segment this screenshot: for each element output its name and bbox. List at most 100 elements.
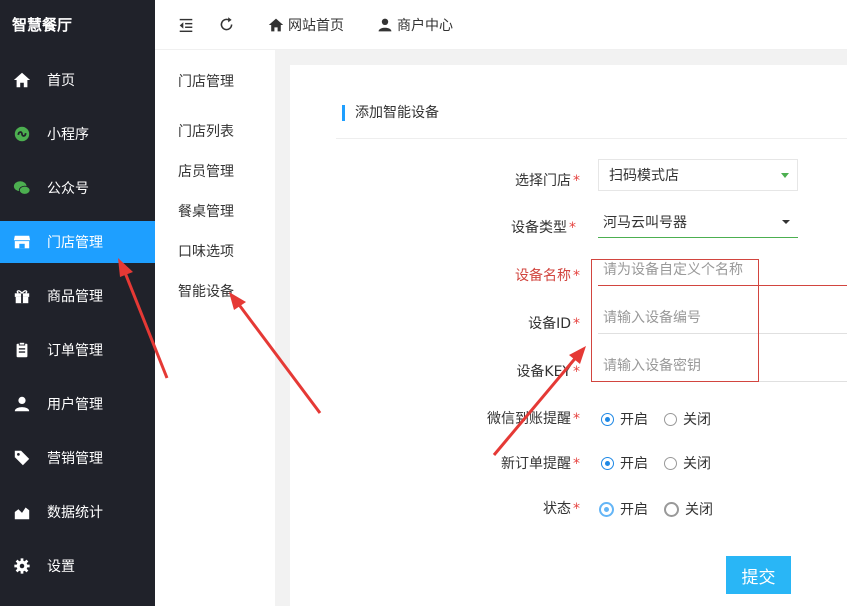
sidebar-item-label: 用户管理 — [47, 397, 103, 413]
submenu-item-flavors[interactable]: 口味选项 — [178, 241, 234, 261]
mini-program-icon — [12, 124, 32, 144]
form-card: 添加智能设备 选择门店* 扫码模式店 设备类型* 河马云叫号器 设备名称* 设备… — [290, 65, 847, 606]
user-icon — [378, 18, 392, 31]
sidebar-item-user-management[interactable]: 用户管理 — [0, 383, 155, 425]
required-mark: * — [573, 268, 580, 284]
radio-unchecked-icon — [664, 412, 677, 426]
required-mark: * — [573, 364, 580, 380]
new-order-notify-label: 新订单提醒 * — [480, 453, 580, 473]
sidebar-item-label: 公众号 — [47, 181, 89, 197]
sidebar-item-label: 门店管理 — [47, 235, 103, 251]
submenu-item-store-list[interactable]: 门店列表 — [178, 121, 234, 141]
dropdown-arrow-icon — [781, 173, 789, 178]
gift-icon — [12, 286, 32, 306]
store-select[interactable]: 扫码模式店 — [598, 159, 798, 191]
submenu-heading: 门店管理 — [178, 74, 234, 90]
website-home-link[interactable]: 网站首页 — [268, 15, 344, 35]
type-label: 设备类型 * — [476, 217, 576, 237]
submit-button[interactable]: 提交 — [726, 556, 791, 594]
caret-down-icon — [782, 220, 790, 224]
required-mark: * — [569, 220, 576, 236]
merchant-center-label: 商户中心 — [397, 17, 453, 34]
refresh-icon[interactable] — [216, 15, 236, 35]
wechat-notify-off-radio[interactable]: 关闭 — [664, 409, 711, 429]
device-type-select[interactable]: 河马云叫号器 — [598, 206, 798, 238]
sidebar-item-label: 数据统计 — [47, 505, 103, 521]
user-icon — [12, 394, 32, 414]
submenu-item-smart-devices[interactable]: 智能设备 — [178, 281, 234, 301]
wechat-notify-label: 微信到账提醒 * — [480, 408, 580, 428]
status-off-radio[interactable]: 关闭 — [664, 499, 713, 519]
wechat-icon — [12, 178, 32, 198]
radio-checked-icon — [599, 501, 614, 517]
radio-checked-icon — [601, 412, 614, 426]
radio-unchecked-icon — [664, 456, 677, 470]
status-label-text: 状态 — [543, 501, 571, 517]
required-mark: * — [573, 411, 580, 427]
sidebar-item-order-management[interactable]: 订单管理 — [0, 329, 155, 371]
sidebar-item-label: 设置 — [47, 559, 75, 575]
collapse-menu-icon[interactable] — [176, 15, 196, 35]
sidebar-item-settings[interactable]: 设置 — [0, 545, 155, 587]
status-radio-group: 开启 关闭 — [599, 499, 729, 519]
sidebar-item-statistics[interactable]: 数据统计 — [0, 491, 155, 533]
store-label-text: 选择门店 — [515, 173, 571, 189]
merchant-center-link[interactable]: 商户中心 — [377, 15, 453, 35]
radio-label: 关闭 — [683, 456, 711, 472]
wechat-notify-label-text: 微信到账提醒 — [487, 411, 571, 427]
device-name-input[interactable] — [598, 254, 847, 286]
device-type-value: 河马云叫号器 — [603, 214, 687, 231]
wechat-notify-on-radio[interactable]: 开启 — [601, 409, 648, 429]
new-order-notify-off-radio[interactable]: 关闭 — [664, 453, 711, 473]
home-icon — [268, 18, 284, 31]
sidebar-item-label: 首页 — [47, 73, 75, 89]
store-select-value: 扫码模式店 — [609, 168, 679, 184]
clipboard-icon — [12, 340, 32, 360]
new-order-notify-radio-group: 开启 关闭 — [601, 453, 727, 473]
sidebar-item-label: 营销管理 — [47, 451, 103, 467]
website-home-label: 网站首页 — [288, 17, 344, 34]
sidebar-item-official-account[interactable]: 公众号 — [0, 167, 155, 209]
sidebar-item-label: 小程序 — [47, 127, 89, 143]
brand-title: 智慧餐厅 — [12, 16, 73, 34]
radio-label: 关闭 — [683, 412, 711, 428]
sidebar-item-product-management[interactable]: 商品管理 — [0, 275, 155, 317]
radio-label: 关闭 — [685, 502, 713, 518]
top-bar: 网站首页 商户中心 — [155, 0, 847, 50]
sidebar-item-marketing-management[interactable]: 营销管理 — [0, 437, 155, 479]
store-icon — [12, 232, 32, 252]
device-key-label: 设备KEY * — [480, 361, 580, 381]
radio-label: 开启 — [620, 456, 648, 472]
device-key-input[interactable] — [598, 350, 847, 382]
new-order-notify-label-text: 新订单提醒 — [501, 456, 571, 472]
wechat-notify-radio-group: 开启 关闭 — [601, 409, 727, 429]
submenu-item-staff[interactable]: 店员管理 — [178, 161, 234, 181]
device-id-label: 设备ID * — [480, 313, 580, 333]
radio-label: 开启 — [620, 412, 648, 428]
radio-label: 开启 — [620, 502, 648, 518]
sidebar-item-store-management[interactable]: 门店管理 — [0, 221, 155, 263]
form-title: 添加智能设备 — [342, 105, 439, 121]
radio-checked-icon — [601, 456, 614, 470]
device-name-label: 设备名称 * — [480, 265, 580, 285]
submenu-item-tables[interactable]: 餐桌管理 — [178, 201, 234, 221]
store-label: 选择门店 * — [480, 170, 580, 190]
type-label-text: 设备类型 — [511, 220, 567, 236]
gear-icon — [12, 556, 32, 576]
required-mark: * — [573, 456, 580, 472]
device-id-input[interactable] — [598, 302, 847, 334]
submenu-panel: 门店管理 门店列表 店员管理 餐桌管理 口味选项 智能设备 — [155, 50, 275, 606]
tag-icon — [12, 448, 32, 468]
status-on-radio[interactable]: 开启 — [599, 499, 648, 519]
title-divider — [336, 138, 847, 139]
chart-icon — [12, 502, 32, 522]
required-mark: * — [573, 501, 580, 517]
new-order-notify-on-radio[interactable]: 开启 — [601, 453, 648, 473]
home-icon — [12, 70, 32, 90]
device-id-label-text: 设备ID — [528, 316, 571, 332]
device-key-label-text: 设备KEY — [516, 364, 571, 380]
sidebar-item-home[interactable]: 首页 — [0, 59, 155, 101]
sidebar-item-label: 商品管理 — [47, 289, 103, 305]
radio-unchecked-icon — [664, 501, 679, 517]
sidebar-item-mini-program[interactable]: 小程序 — [0, 113, 155, 155]
